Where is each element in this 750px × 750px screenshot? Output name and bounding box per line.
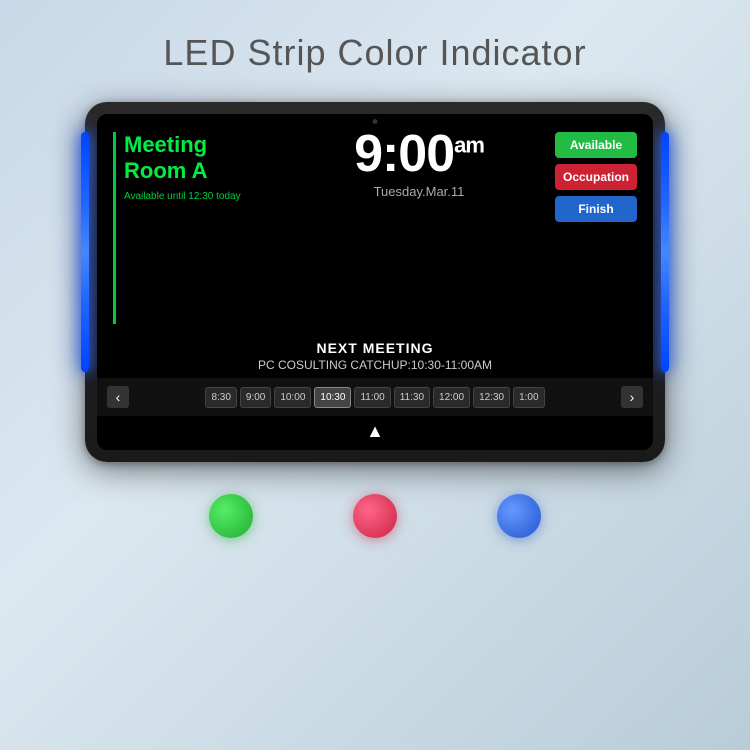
- screen: Meeting Room A Available until 12:30 tod…: [97, 114, 653, 450]
- time-slot[interactable]: 11:30: [394, 387, 430, 408]
- time-slot[interactable]: 9:00: [240, 387, 271, 408]
- color-indicators: [209, 494, 541, 538]
- blue-indicator: [497, 494, 541, 538]
- led-strip-right: [661, 132, 669, 372]
- status-panel: Available Occupation Finish: [555, 132, 637, 324]
- meeting-info: NEXT MEETING PC COSULTING CATCHUP:10:30-…: [97, 334, 653, 378]
- time-slot[interactable]: 12:00: [433, 387, 470, 408]
- time-slot[interactable]: 10:00: [274, 387, 311, 408]
- room-name: Meeting Room A: [124, 132, 283, 185]
- available-button[interactable]: Available: [555, 132, 637, 158]
- red-indicator: [353, 494, 397, 538]
- arrow-indicator: ▲: [97, 416, 653, 450]
- occupation-button[interactable]: Occupation: [555, 164, 637, 190]
- next-meeting-label: NEXT MEETING: [113, 340, 637, 356]
- clock-panel: 9:00am Tuesday.Mar.11: [293, 128, 545, 324]
- timeline-prev-button[interactable]: ‹: [107, 386, 129, 408]
- time-slot[interactable]: 8:30: [205, 387, 236, 408]
- clock-date: Tuesday.Mar.11: [374, 184, 465, 199]
- green-indicator: [209, 494, 253, 538]
- finish-button[interactable]: Finish: [555, 196, 637, 222]
- time-slot[interactable]: 10:30: [314, 387, 351, 408]
- clock-time: 9:00am: [354, 128, 484, 180]
- time-slot[interactable]: 11:00: [354, 387, 390, 408]
- led-strip-left: [81, 132, 89, 372]
- page-title: LED Strip Color Indicator: [163, 32, 586, 74]
- timeline-slots: 8:309:0010:0010:3011:0011:3012:0012:301:…: [133, 387, 617, 408]
- clock-ampm: am: [454, 133, 484, 158]
- time-slot[interactable]: 12:30: [473, 387, 510, 408]
- room-info: Meeting Room A Available until 12:30 tod…: [113, 132, 283, 324]
- camera-dot: [373, 119, 378, 124]
- meeting-details: PC COSULTING CATCHUP:10:30-11:00AM: [113, 358, 637, 372]
- room-status: Available until 12:30 today: [124, 191, 283, 202]
- time-slot[interactable]: 1:00: [513, 387, 544, 408]
- screen-top: Meeting Room A Available until 12:30 tod…: [97, 114, 653, 334]
- timeline: ‹ 8:309:0010:0010:3011:0011:3012:0012:30…: [97, 378, 653, 416]
- device: Meeting Room A Available until 12:30 tod…: [85, 102, 665, 462]
- arrow-up-icon: ▲: [366, 421, 384, 442]
- clock-hours: 9:00: [354, 125, 454, 183]
- timeline-next-button[interactable]: ›: [621, 386, 643, 408]
